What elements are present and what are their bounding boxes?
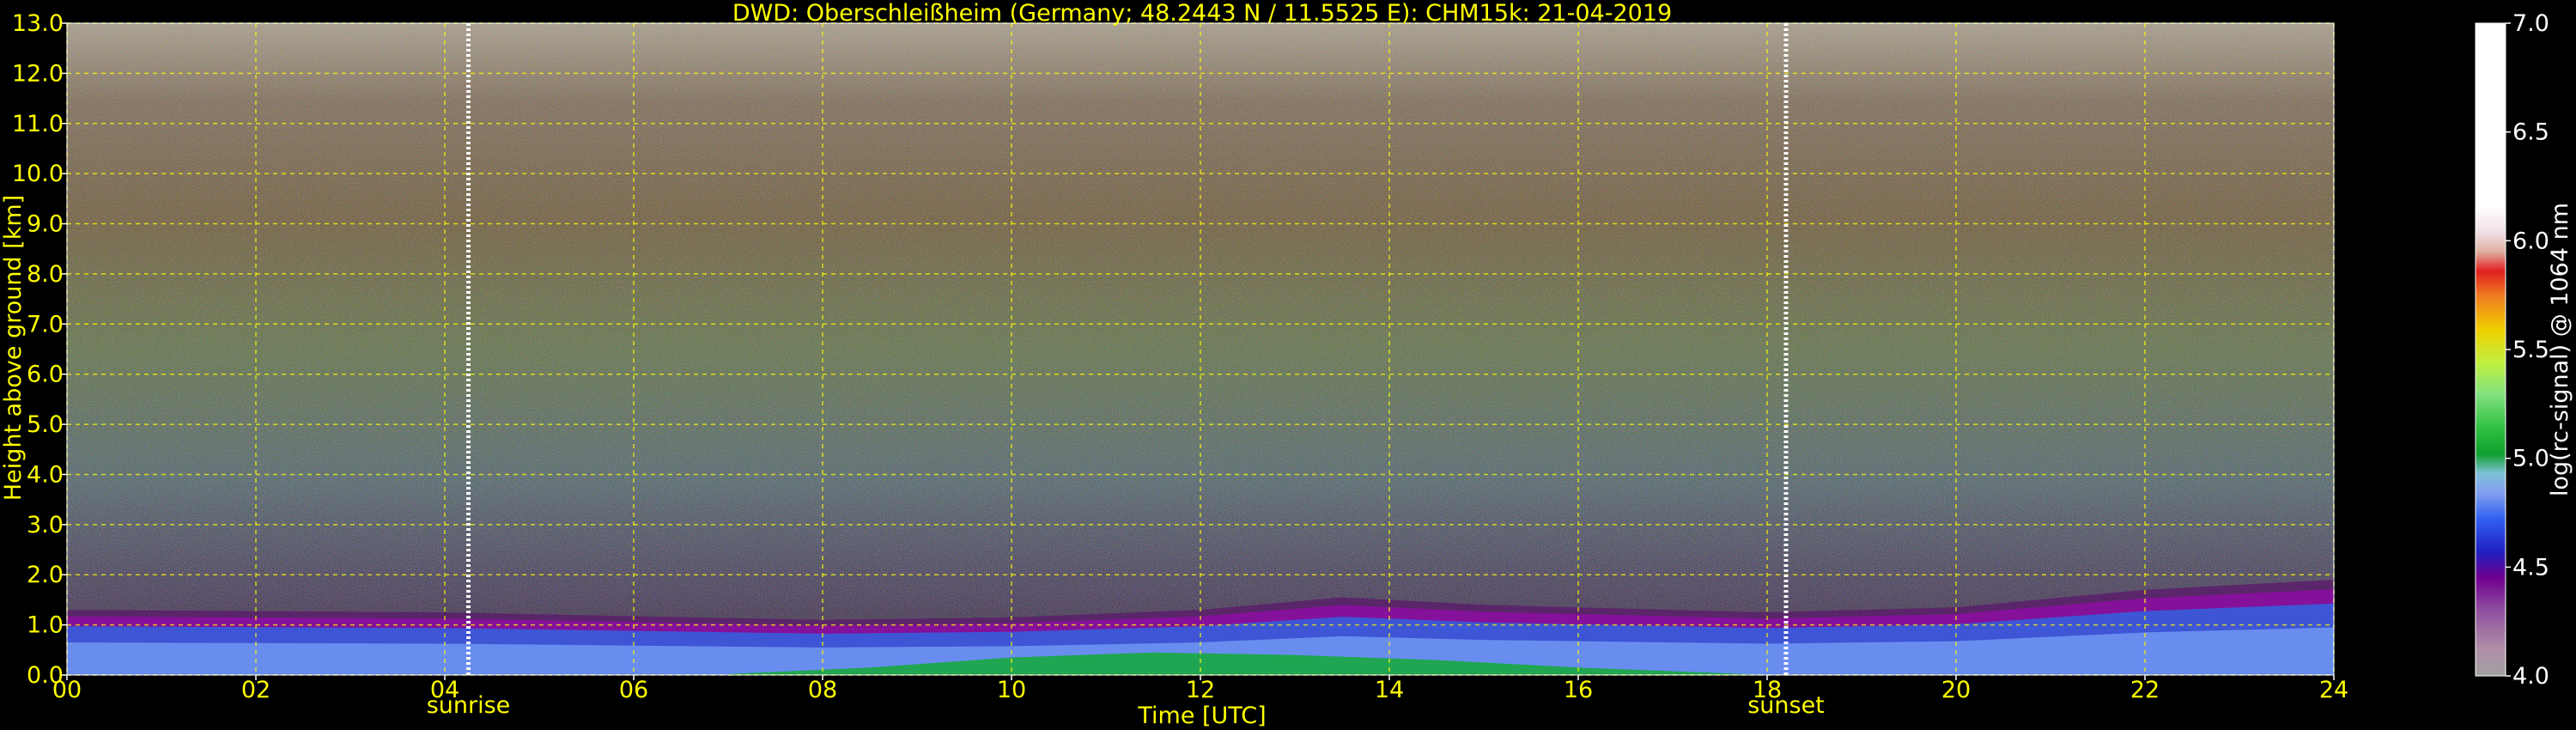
colorbar-tick-label: 5.0 bbox=[2512, 446, 2549, 472]
colorbar-ticks: 4.0 4.5 5.0 5.5 6.0 6.5 7.0 bbox=[2506, 10, 2549, 690]
y-tick-label: 2.0 bbox=[27, 562, 64, 588]
colorbar-tick-label: 6.0 bbox=[2512, 228, 2549, 254]
x-tick-label: 16 bbox=[1564, 677, 1593, 703]
colorbar-label: log(rc-signal) @ 1064 nm bbox=[2547, 203, 2573, 496]
x-axis-ticks: 00 02 04 06 08 10 12 14 16 18 20 22 24 bbox=[52, 675, 2348, 703]
colorbar-tick-label: 6.5 bbox=[2512, 119, 2549, 146]
colorbar-tick-label: 7.0 bbox=[2512, 10, 2549, 37]
y-tick-label: 4.0 bbox=[27, 461, 64, 488]
y-tick-label: 13.0 bbox=[12, 10, 64, 37]
sun-marker-label-sunrise: sunrise bbox=[427, 692, 511, 719]
plot-area bbox=[66, 22, 2335, 676]
y-tick-label: 1.0 bbox=[27, 612, 64, 639]
colorbar: 4.0 4.5 5.0 5.5 6.0 6.5 7.0 log(rc-signal) @ 1… bbox=[2475, 10, 2573, 690]
colorbar-tick-label: 4.5 bbox=[2512, 554, 2549, 581]
y-tick-label: 9.0 bbox=[27, 211, 64, 238]
y-tick-label: 10.0 bbox=[12, 161, 64, 187]
y-tick-label: 5.0 bbox=[27, 411, 64, 438]
y-tick-label: 6.0 bbox=[27, 362, 64, 388]
chart-title: DWD: Oberschleißheim (Germany; 48.2443 N… bbox=[732, 0, 1672, 27]
y-tick-label: 8.0 bbox=[27, 261, 64, 288]
y-tick-label: 11.0 bbox=[12, 111, 64, 137]
y-axis-label: Height above ground [km] bbox=[0, 195, 27, 501]
x-tick-label: 24 bbox=[2319, 677, 2348, 703]
sun-marker-label-sunset: sunset bbox=[1747, 692, 1825, 719]
colorbar-tick-label: 4.0 bbox=[2512, 663, 2549, 690]
x-axis-label: Time [UTC] bbox=[1137, 703, 1266, 729]
y-tick-label: 3.0 bbox=[27, 512, 64, 538]
x-tick-label: 08 bbox=[808, 677, 837, 703]
x-tick-label: 02 bbox=[241, 677, 270, 703]
lidar-backscatter-chart: 00 02 04 06 08 10 12 14 16 18 20 22 24 0.01.02.03.04… bbox=[0, 0, 2573, 729]
x-tick-label: 22 bbox=[2130, 677, 2160, 703]
x-tick-label: 10 bbox=[997, 677, 1026, 703]
x-tick-label: 06 bbox=[619, 677, 648, 703]
y-tick-label: 12.0 bbox=[12, 60, 64, 87]
x-tick-label: 12 bbox=[1186, 677, 1215, 703]
x-tick-label: 20 bbox=[1941, 677, 1971, 703]
colorbar-scale bbox=[2475, 22, 2506, 677]
x-tick-label: 14 bbox=[1375, 677, 1404, 703]
colorbar-tick-label: 5.5 bbox=[2512, 337, 2549, 363]
y-tick-label: 0.0 bbox=[27, 662, 64, 689]
y-tick-label: 7.0 bbox=[27, 311, 64, 338]
